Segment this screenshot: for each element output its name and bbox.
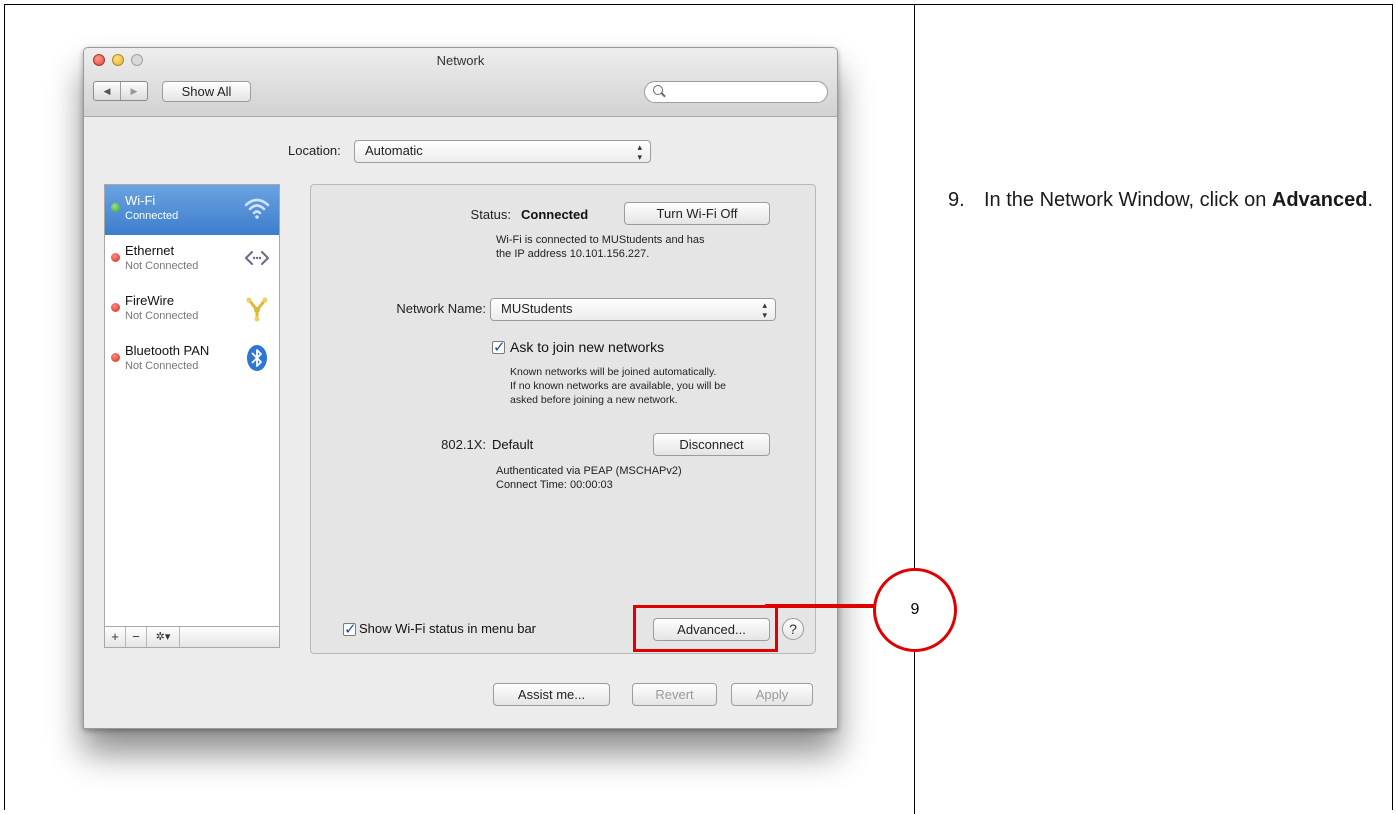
location-label: Location: (288, 143, 341, 158)
ask-description-line3: asked before joining a new network. (510, 394, 678, 406)
search-field[interactable] (644, 81, 828, 103)
auth-description-line2: Connect Time: 00:00:03 (496, 479, 613, 491)
dot1x-label: 802.1X: (441, 437, 486, 452)
instruction-text: In the Network Window, click on Advanced… (984, 185, 1388, 216)
disconnect-button[interactable]: Disconnect (653, 433, 770, 456)
show-wifi-status-label: Show Wi-Fi status in menu bar (359, 621, 537, 636)
bluetooth-icon (243, 344, 271, 372)
status-dot-icon (111, 253, 120, 262)
window-titlebar: Network ◀ ▶ Show All (84, 48, 837, 117)
dot1x-value: Default (492, 437, 534, 452)
turn-wifi-off-button[interactable]: Turn Wi-Fi Off (624, 202, 770, 225)
table-column-divider (914, 4, 915, 814)
back-arrow-icon[interactable]: ◀ (94, 82, 120, 100)
service-name: Wi-Fi (125, 193, 156, 208)
service-item-bluetooth-pan[interactable]: Bluetooth PAN Not Connected (105, 335, 279, 385)
ethernet-icon (243, 244, 271, 272)
popup-arrows-icon: ▴ ▾ (637, 142, 642, 162)
service-item-ethernet[interactable]: Ethernet Not Connected (105, 235, 279, 285)
network-name-popup[interactable]: MUStudents ▴ ▾ (490, 298, 776, 321)
ask-to-join-label: Ask to join new networks (510, 339, 665, 355)
instruction-text-bold: Advanced (1271, 189, 1368, 211)
ask-description-line1: Known networks will be joined automatica… (510, 366, 717, 378)
ask-to-join-checkbox[interactable] (492, 338, 506, 356)
add-service-button[interactable]: + (105, 627, 126, 647)
instruction-step: 9. In the Network Window, click on Advan… (948, 185, 1388, 216)
service-name: Ethernet (125, 243, 175, 258)
service-list-toolbar: + − ✲▾ (104, 626, 280, 648)
callout-connector-line (765, 604, 875, 608)
apply-button[interactable]: Apply (731, 683, 813, 706)
status-label: Status: (470, 207, 511, 222)
location-popup[interactable]: Automatic ▴ ▾ (354, 140, 651, 163)
firewire-icon (243, 294, 271, 322)
status-value: Connected (521, 207, 589, 222)
show-all-button[interactable]: Show All (162, 81, 251, 102)
forward-arrow-icon[interactable]: ▶ (120, 82, 147, 100)
revert-button[interactable]: Revert (632, 683, 717, 706)
gear-icon[interactable]: ✲▾ (147, 627, 180, 647)
location-value: Automatic (365, 143, 423, 158)
window-title: Network (436, 53, 485, 68)
wifi-detail-panel: Status: Connected Turn Wi-Fi Off Wi-Fi i… (310, 184, 816, 654)
service-status: Not Connected (125, 260, 199, 272)
show-wifi-status-checkbox[interactable] (343, 620, 357, 638)
service-item-firewire[interactable]: FireWire Not Connected (105, 285, 279, 335)
popup-arrows-icon: ▴ ▾ (762, 300, 767, 320)
callout-highlight-box (633, 605, 778, 652)
instruction-text-after: . (1367, 189, 1374, 211)
status-dot-icon (111, 203, 120, 212)
service-item-wifi[interactable]: Wi-Fi Connected (105, 185, 279, 235)
wifi-icon (243, 194, 271, 222)
status-dot-icon (111, 353, 120, 362)
service-status: Not Connected (125, 360, 199, 372)
search-icon (653, 85, 663, 95)
ask-description-line2: If no known networks are available, you … (510, 380, 726, 392)
help-button[interactable]: ? (782, 618, 804, 640)
assist-me-button[interactable]: Assist me... (493, 683, 610, 706)
back-forward-buttons: ◀ ▶ (93, 81, 148, 101)
status-dot-icon (111, 303, 120, 312)
instruction-text-before: In the Network Window, click on (984, 189, 1272, 211)
service-name: FireWire (125, 293, 175, 308)
service-status: Not Connected (125, 310, 199, 322)
service-name: Bluetooth PAN (125, 343, 210, 358)
instruction-number: 9. (948, 189, 965, 211)
service-list: Wi-Fi Connected Ethernet Not Connected F… (104, 184, 280, 642)
status-description-line1: Wi-Fi is connected to MUStudents and has (496, 234, 705, 246)
remove-service-button[interactable]: − (126, 627, 147, 647)
network-name-value: MUStudents (501, 301, 573, 316)
status-description-line2: the IP address 10.101.156.227. (496, 248, 650, 260)
network-name-label: Network Name: (396, 301, 486, 316)
auth-description-line1: Authenticated via PEAP (MSCHAPv2) (496, 465, 682, 477)
callout-step-circle: 9 (873, 568, 957, 652)
service-status: Connected (125, 210, 179, 222)
